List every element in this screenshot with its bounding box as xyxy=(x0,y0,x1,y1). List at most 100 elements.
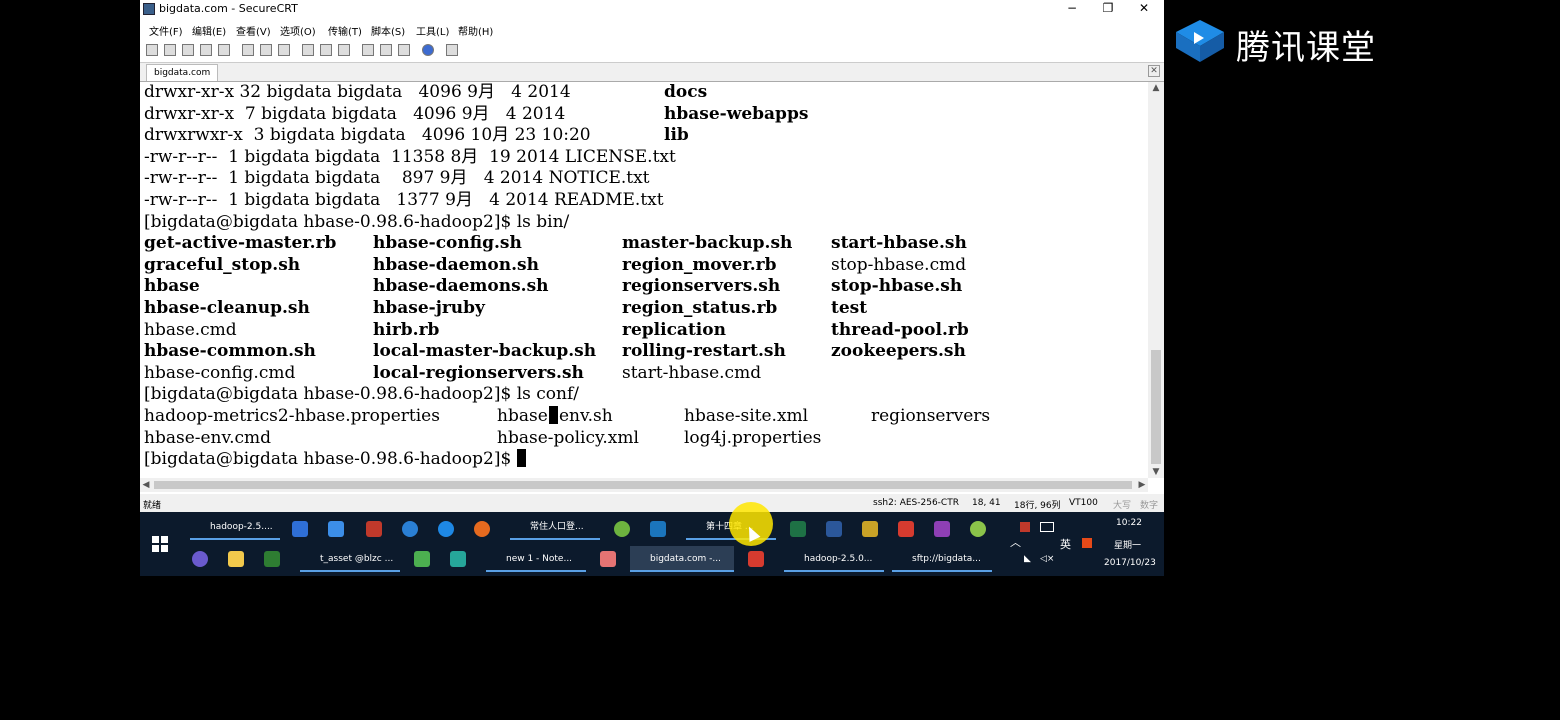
terminal-text: hbase-common.sh xyxy=(144,341,316,362)
menu-edit[interactable]: 编辑(E) xyxy=(192,23,226,38)
app-icon-15[interactable] xyxy=(450,551,466,567)
taskbar: hadoop-2.5.... 常住人口登... 第十四章 ... xyxy=(140,512,1164,576)
scroll-up-icon[interactable]: ▲ xyxy=(1148,82,1164,94)
app-icon-3[interactable] xyxy=(366,521,382,537)
quick-connect-icon[interactable] xyxy=(164,44,176,56)
app-icon-16[interactable] xyxy=(600,551,616,567)
find-icon[interactable] xyxy=(278,44,290,56)
app-icon-8[interactable] xyxy=(898,521,914,537)
menu-tools[interactable]: 工具(L) xyxy=(416,23,449,38)
global-options-icon[interactable] xyxy=(380,44,392,56)
scroll-right-icon[interactable]: ▶ xyxy=(1136,478,1148,492)
menu-help[interactable]: 帮助(H) xyxy=(458,23,493,38)
task-t-asset[interactable]: t_asset @blzc ... xyxy=(300,546,400,572)
disconnect-icon[interactable] xyxy=(218,44,230,56)
wifi-icon[interactable]: ◣ xyxy=(1024,554,1031,564)
terminal-text: hbase xyxy=(144,276,200,297)
help-icon[interactable] xyxy=(422,44,434,56)
restore-button[interactable]: ❐ xyxy=(1090,0,1126,18)
task-securecrt[interactable]: bigdata.com -... xyxy=(630,546,734,572)
window-title: bigdata.com - SecureCRT xyxy=(159,2,298,15)
task-hadoop-folder[interactable]: hadoop-2.5.... xyxy=(190,514,280,540)
ime-indicator[interactable]: 英 xyxy=(1060,536,1071,552)
copy-icon[interactable] xyxy=(242,44,254,56)
powerpoint-icon xyxy=(686,519,702,535)
terminal-text: hbase-daemons.sh xyxy=(373,276,549,297)
keymap-icon[interactable] xyxy=(398,44,410,56)
app-icon-9[interactable] xyxy=(934,521,950,537)
app-icon-4[interactable] xyxy=(402,521,418,537)
status-emulation: VT100 xyxy=(1069,498,1098,508)
print-setup-icon[interactable] xyxy=(338,44,350,56)
selection-block xyxy=(549,406,558,427)
vertical-scroll-thumb[interactable] xyxy=(1151,350,1161,464)
tab-close-icon[interactable]: ✕ xyxy=(1148,65,1160,77)
terminal-output[interactable]: drwxr-xr-x 32 bigdata bigdata 4096 9月 4 … xyxy=(140,82,1148,478)
task-chrome[interactable]: 常住人口登... xyxy=(510,514,600,540)
terminal-text: -rw-r--r-- 1 bigdata bigdata 897 9月 4 20… xyxy=(144,168,650,189)
app-icon-11[interactable] xyxy=(192,551,208,567)
task-hadoop-folder-2[interactable]: hadoop-2.5.0... xyxy=(784,546,884,572)
tray-app-icon[interactable] xyxy=(1020,522,1030,532)
reconnect-icon[interactable] xyxy=(200,44,212,56)
horizontal-scrollbar[interactable]: ◀ ▶ xyxy=(140,478,1148,492)
app-icon-7[interactable] xyxy=(862,521,878,537)
clock-time[interactable]: 10:22 xyxy=(1116,518,1142,528)
terminal-text: stop-hbase.cmd xyxy=(831,254,967,275)
menu-transfer[interactable]: 传输(T) xyxy=(328,23,362,38)
app-icon-13[interactable] xyxy=(264,551,280,567)
toolbar xyxy=(140,40,1164,60)
app-icon-6[interactable] xyxy=(650,521,666,537)
app-icon-2[interactable] xyxy=(328,521,344,537)
print-screen-icon[interactable] xyxy=(320,44,332,56)
session-options-icon[interactable] xyxy=(362,44,374,56)
tray-app-icon-2[interactable] xyxy=(1082,538,1092,548)
brand-watermark: 腾讯课堂 xyxy=(1168,10,1408,70)
terminal-cursor xyxy=(516,449,526,468)
terminal-text: hbase-site.xml xyxy=(684,406,809,426)
excel-icon[interactable] xyxy=(790,521,806,537)
terminal-text: hbase-env.cmd xyxy=(144,427,272,448)
volume-mute-icon[interactable]: ◁× xyxy=(1040,554,1054,564)
terminal-text: region_mover.rb xyxy=(622,254,777,275)
connect-tab-icon[interactable] xyxy=(182,44,194,56)
vertical-scrollbar[interactable]: ▲ ▼ xyxy=(1148,82,1164,478)
app-icon-14[interactable] xyxy=(414,551,430,567)
status-caps: 大写 xyxy=(1113,501,1132,511)
filezilla-icon[interactable] xyxy=(748,551,764,567)
title-bar[interactable]: bigdata.com - SecureCRT − ❐ ✕ xyxy=(140,0,1164,18)
menu-file[interactable]: 文件(F) xyxy=(149,23,183,38)
terminal-text: regionservers.sh xyxy=(622,276,781,297)
terminal-text: -rw-r--r-- 1 bigdata bigdata 1377 9月 4 2… xyxy=(144,190,664,210)
clock-weekday[interactable]: 星期一 xyxy=(1114,538,1141,551)
horizontal-scroll-thumb[interactable] xyxy=(154,481,1132,489)
terminal-text: log4j.properties xyxy=(684,427,822,448)
print-icon[interactable] xyxy=(302,44,314,56)
minimize-button[interactable]: − xyxy=(1054,0,1090,18)
terminal-text: [bigdata@bigdata hbase-0.98.6-hadoop2]$ … xyxy=(144,211,570,232)
show-hidden-icons-icon[interactable]: ︿ xyxy=(1010,534,1021,550)
task-notepad[interactable]: new 1 - Note... xyxy=(486,546,586,572)
app-icon-1[interactable] xyxy=(292,521,308,537)
terminal-text: docs xyxy=(664,82,708,102)
close-button[interactable]: ✕ xyxy=(1126,0,1162,18)
extra-icon[interactable] xyxy=(446,44,458,56)
app-icon-12[interactable] xyxy=(228,551,244,567)
task-sftp[interactable]: sftp://bigdata... xyxy=(892,546,992,572)
app-icon-5[interactable] xyxy=(614,521,630,537)
session-tab[interactable]: bigdata.com xyxy=(146,64,219,81)
connect-icon[interactable] xyxy=(146,44,158,56)
battery-icon[interactable] xyxy=(1040,522,1054,532)
app-icon-10[interactable] xyxy=(970,521,986,537)
clock-date[interactable]: 2017/10/23 xyxy=(1104,558,1156,568)
menu-options[interactable]: 选项(O) xyxy=(280,23,316,38)
scroll-left-icon[interactable]: ◀ xyxy=(140,478,152,492)
scroll-down-icon[interactable]: ▼ xyxy=(1148,466,1164,478)
menu-view[interactable]: 查看(V) xyxy=(236,23,271,38)
paste-icon[interactable] xyxy=(260,44,272,56)
firefox-icon[interactable] xyxy=(474,521,490,537)
terminal-text: local-regionservers.sh xyxy=(373,362,584,383)
menu-script[interactable]: 脚本(S) xyxy=(371,23,405,38)
word-icon[interactable] xyxy=(826,521,842,537)
ie-icon[interactable] xyxy=(438,521,454,537)
